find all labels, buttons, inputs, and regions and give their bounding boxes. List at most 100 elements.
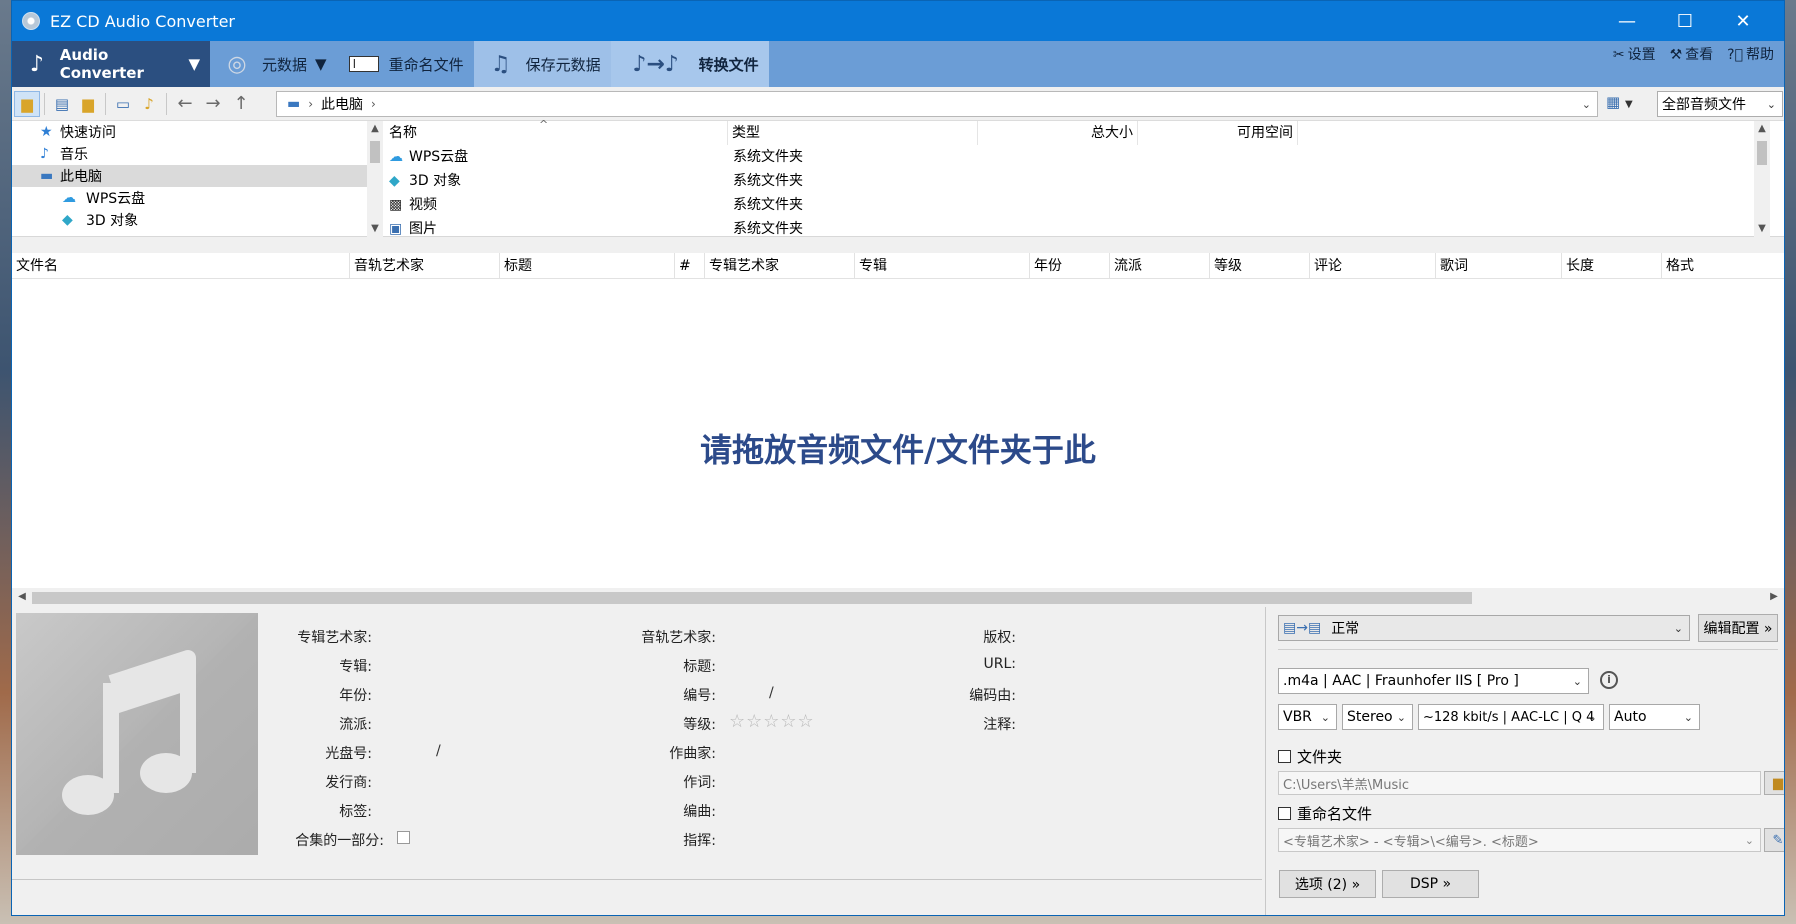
- save-metadata-button[interactable]: ♫ 保存元数据: [473, 41, 611, 87]
- settings-label: 设置: [1627, 47, 1656, 63]
- column-header-year[interactable]: 年份: [1030, 253, 1110, 279]
- folder-tree: ★ 快速访问 ♪ 音乐 ▬ 此电脑 ☁ WPS云盘 ◆ 3D 对象: [12, 121, 367, 237]
- dropdown-arrow-icon: ▼: [315, 55, 327, 73]
- bitrate-mode-select[interactable]: VBR ⌄: [1278, 704, 1337, 730]
- scroll-down-icon[interactable]: ▼: [367, 221, 383, 237]
- new-folder-icon: ▆: [82, 94, 94, 113]
- help-button[interactable]: ?⃝ 帮助: [1727, 44, 1774, 64]
- metadata-cd-icon: ◎: [227, 51, 247, 77]
- list-item[interactable]: ◆ 3D 对象 系统文件夹: [385, 169, 1770, 193]
- cd-icon: [22, 12, 40, 30]
- rename-files-checkbox[interactable]: 重命名文件: [1278, 803, 1372, 824]
- rename-files-button[interactable]: I 重命名文件: [337, 41, 474, 87]
- column-header-rating[interactable]: 等级: [1210, 253, 1310, 279]
- format-info-button[interactable]: i: [1600, 671, 1618, 689]
- column-header-label: 可用空间: [1237, 125, 1293, 141]
- navigation-toolbar: ▆ ▤ ▆ ▭ ♪ ← → ↑ ▬ › 此电脑 › ⌄ ▦ ▼ 全部音频文件 ⌄: [12, 87, 1784, 121]
- column-header-track-artist[interactable]: 音轨艺术家: [350, 253, 500, 279]
- output-folder-label: 文件夹: [1297, 748, 1343, 766]
- new-folder-button[interactable]: ▆: [75, 91, 101, 117]
- view-mode-button[interactable]: ▦ ▼: [1606, 93, 1646, 115]
- chevron-down-icon[interactable]: ⌄: [1582, 98, 1591, 111]
- convert-icon: ♪→♪: [632, 51, 679, 77]
- tree-item-3d-objects[interactable]: ◆ 3D 对象: [62, 209, 367, 231]
- tree-item-music[interactable]: ♪ 音乐: [40, 143, 367, 165]
- compilation-checkbox[interactable]: [397, 829, 410, 845]
- edit-profile-button[interactable]: 编辑配置 »: [1698, 614, 1778, 642]
- scroll-down-icon[interactable]: ▼: [1754, 221, 1770, 237]
- scroll-thumb[interactable]: [1757, 141, 1767, 165]
- music-folder-button[interactable]: ♪: [136, 91, 162, 117]
- encoder-settings-panel: ▤→▤ 正常 ⌄ 编辑配置 » .m4a | AAC | Fraunhofer …: [1265, 607, 1784, 915]
- track-list[interactable]: 文件名 音轨艺术家 标题 # 专辑艺术家 专辑 年份 流派 等级 评论 歌词 长…: [12, 253, 1784, 606]
- folder-view-button[interactable]: ▆: [14, 90, 40, 117]
- tree-item-wps-cloud[interactable]: ☁ WPS云盘: [62, 187, 367, 209]
- metadata-button[interactable]: ◎ 元数据 ▼: [210, 41, 337, 87]
- column-header-genre[interactable]: 流派: [1110, 253, 1210, 279]
- browse-folder-button[interactable]: ▆: [1764, 771, 1784, 795]
- album-art[interactable]: [16, 613, 258, 855]
- audio-converter-menu-button[interactable]: ♪ Audio Converter ▼: [12, 41, 210, 87]
- preset-value: 正常: [1331, 621, 1360, 637]
- close-button[interactable]: ✕: [1714, 1, 1772, 41]
- column-header-format[interactable]: 格式: [1662, 253, 1784, 279]
- file-list-scrollbar[interactable]: ▲ ▼: [1754, 121, 1770, 237]
- forward-button[interactable]: →: [199, 93, 227, 114]
- column-header-title[interactable]: 标题: [500, 253, 675, 279]
- column-header-album[interactable]: 专辑: [855, 253, 1030, 279]
- scroll-right-icon[interactable]: ▶: [1766, 589, 1782, 605]
- address-location: 此电脑: [321, 97, 364, 113]
- address-bar[interactable]: ▬ › 此电脑 › ⌄: [276, 91, 1598, 117]
- preset-select[interactable]: ▤→▤ 正常 ⌄: [1278, 615, 1690, 641]
- settings-button[interactable]: ✂ 设置: [1613, 44, 1656, 64]
- maximize-button[interactable]: ☐: [1656, 1, 1714, 41]
- column-header-type[interactable]: 类型: [728, 121, 978, 145]
- sample-rate-select[interactable]: Auto ⌄: [1609, 704, 1700, 730]
- column-header-label: 名称: [389, 125, 417, 141]
- view-button[interactable]: ⚒ 查看: [1670, 44, 1714, 64]
- divider: [1278, 649, 1778, 650]
- column-header-album-artist[interactable]: 专辑艺术家: [705, 253, 855, 279]
- scroll-thumb[interactable]: [32, 592, 1472, 604]
- column-header-filename[interactable]: 文件名: [12, 253, 350, 279]
- window-title: EZ CD Audio Converter: [50, 11, 235, 31]
- column-header-length[interactable]: 长度: [1562, 253, 1662, 279]
- scroll-up-icon[interactable]: ▲: [1754, 121, 1770, 137]
- chevron-down-icon: ⌄: [1766, 97, 1776, 111]
- channels-select[interactable]: Stereo ⌄: [1342, 704, 1413, 730]
- computer-button[interactable]: ▭: [110, 91, 136, 117]
- scroll-left-icon[interactable]: ◀: [14, 589, 30, 605]
- list-item[interactable]: ▩ 视频 系统文件夹: [385, 193, 1770, 217]
- format-select[interactable]: .m4a | AAC | Fraunhofer IIS [ Pro ] ⌄: [1278, 668, 1589, 694]
- column-header-free-space[interactable]: 可用空间: [1138, 121, 1298, 145]
- list-item[interactable]: ▣ 图片 系统文件夹: [385, 217, 1770, 237]
- file-filter-select[interactable]: 全部音频文件 ⌄: [1657, 91, 1783, 117]
- scroll-up-icon[interactable]: ▲: [367, 121, 383, 137]
- rating-stars[interactable]: ☆☆☆☆☆: [729, 711, 815, 732]
- help-icon: ?⃝: [1727, 47, 1743, 63]
- tree-item-quick-access[interactable]: ★ 快速访问: [40, 121, 367, 143]
- column-header-number[interactable]: #: [675, 253, 705, 279]
- back-button[interactable]: ←: [171, 93, 199, 114]
- horizontal-scrollbar[interactable]: ◀ ▶: [12, 588, 1784, 606]
- dsp-button[interactable]: DSP »: [1382, 870, 1479, 898]
- tree-scrollbar[interactable]: ▲ ▼: [367, 121, 383, 237]
- column-header-name[interactable]: 名称 ^: [385, 118, 728, 145]
- list-item[interactable]: ☁ WPS云盘 系统文件夹: [385, 145, 1770, 169]
- output-folder-field[interactable]: C:\Users\羊羔\Music: [1278, 771, 1761, 795]
- column-header-total-size[interactable]: 总大小: [978, 121, 1138, 145]
- output-folder-checkbox[interactable]: 文件夹: [1278, 746, 1342, 767]
- column-header-comment[interactable]: 评论: [1310, 253, 1436, 279]
- tags-label: 标签:: [339, 804, 372, 820]
- quality-select[interactable]: ~128 kbit/s | AAC-LC | Q 4 ⌄: [1418, 704, 1604, 730]
- scroll-thumb[interactable]: [370, 141, 380, 163]
- rename-pattern-field[interactable]: <专辑艺术家> - <专辑>\<编号>. <标题> ⌄: [1278, 828, 1761, 852]
- minimize-button[interactable]: —: [1598, 1, 1656, 41]
- up-button[interactable]: ↑: [227, 93, 255, 114]
- options-button[interactable]: 选项 (2) »: [1279, 870, 1376, 898]
- column-header-lyrics[interactable]: 歌词: [1436, 253, 1562, 279]
- convert-files-button[interactable]: ♪→♪ 转换文件: [610, 41, 769, 87]
- tree-item-this-pc[interactable]: ▬ 此电脑: [12, 165, 367, 187]
- add-file-button[interactable]: ▤: [49, 91, 75, 117]
- edit-pattern-button[interactable]: ✎: [1764, 828, 1784, 852]
